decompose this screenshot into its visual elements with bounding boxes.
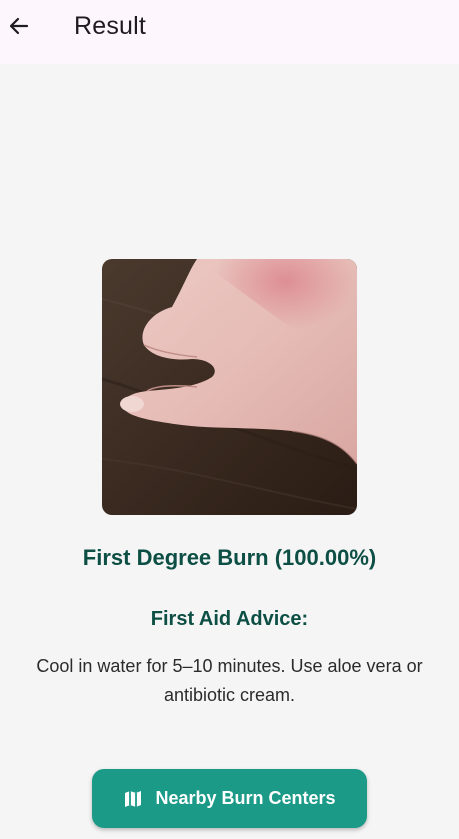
advice-heading: First Aid Advice: xyxy=(150,608,309,630)
map-icon xyxy=(123,789,143,809)
nearby-burn-centers-label: Nearby Burn Centers xyxy=(155,788,336,808)
app-bar: Result xyxy=(0,0,459,64)
arrow-left-icon xyxy=(7,14,31,43)
back-button[interactable] xyxy=(4,8,34,48)
advice-text: Cool in water for 5–10 minutes. Use aloe… xyxy=(36,656,423,705)
nearby-burn-centers-button[interactable]: Nearby Burn Centers xyxy=(92,769,367,828)
diagnosis-result: First Degree Burn (100.00%) xyxy=(82,545,377,570)
page-title: Result xyxy=(74,12,147,40)
burn-photo xyxy=(102,259,357,515)
